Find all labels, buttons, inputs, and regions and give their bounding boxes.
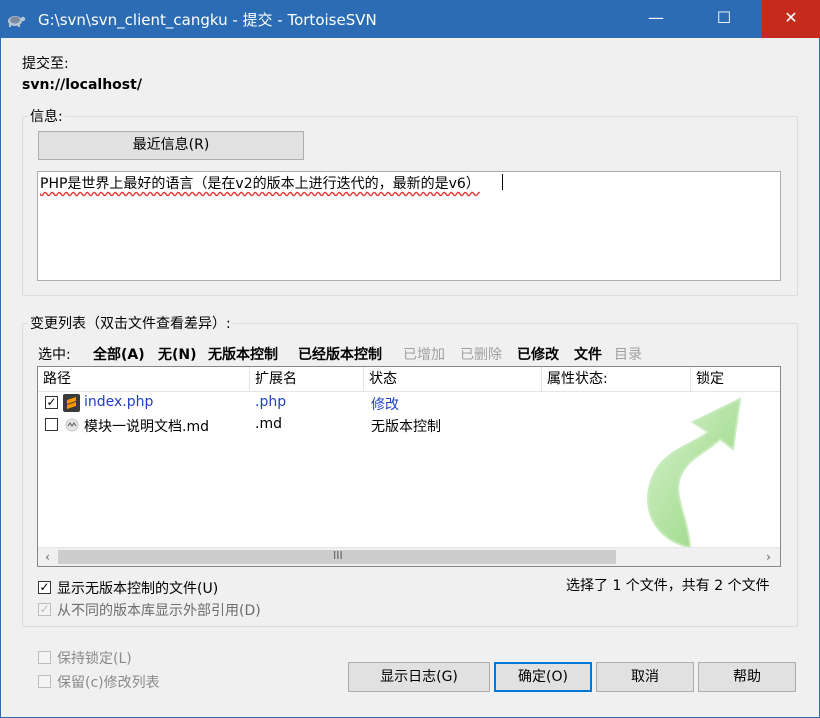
message-group-label: 信息: xyxy=(28,106,65,126)
keep-locks-label: 保持锁定(L) xyxy=(57,651,132,667)
show-unversioned-label[interactable]: 显示无版本控制的文件(U) xyxy=(57,578,218,598)
message-text: PHP是世界上最好的语言（是在v2的版本上进行迭代的，最新的是v6） xyxy=(40,176,480,192)
cancel-button[interactable]: 取消 xyxy=(596,662,694,692)
close-icon: ✕ xyxy=(784,8,798,27)
filter-modified[interactable]: 已修改 xyxy=(517,344,559,364)
minimize-button[interactable]: — xyxy=(633,0,679,38)
row-checkbox[interactable]: ✓ xyxy=(45,396,58,409)
selection-summary: 选择了 1 个文件，共有 2 个文件 xyxy=(566,578,770,594)
close-button[interactable]: ✕ xyxy=(762,0,820,38)
keep-changelist-checkbox xyxy=(38,675,51,688)
filter-unversioned[interactable]: 无版本控制 xyxy=(208,344,278,364)
column-header-extension[interactable]: 扩展名 xyxy=(250,367,364,391)
maximize-button[interactable]: ☐ xyxy=(701,0,747,38)
sublime-file-icon xyxy=(63,394,80,412)
show-externals-checkbox: ✓ xyxy=(38,602,51,616)
filter-files[interactable]: 文件 xyxy=(574,344,602,364)
commit-url: svn://localhost/ xyxy=(22,77,142,93)
filter-none[interactable]: 无(N) xyxy=(158,344,197,364)
column-header-status[interactable]: 状态 xyxy=(364,367,542,391)
show-externals-label: 从不同的版本库显示外部引用(D) xyxy=(57,603,261,619)
maximize-icon: ☐ xyxy=(716,8,732,27)
filter-deleted: 已删除 xyxy=(460,347,502,363)
file-list[interactable]: 路径 扩展名 状态 属性状态: 锁定 ✓ index.php .php 修改 模… xyxy=(37,366,781,567)
column-header-property-status[interactable]: 属性状态: xyxy=(542,367,691,391)
select-label: 选中: xyxy=(38,347,71,363)
table-row[interactable]: 模块一说明文档.md .md 无版本控制 xyxy=(38,415,780,437)
row-path: index.php xyxy=(84,394,154,410)
message-input[interactable]: PHP是世界上最好的语言（是在v2的版本上进行迭代的，最新的是v6） xyxy=(37,171,781,281)
ok-button[interactable]: 确定(O) xyxy=(494,662,592,692)
minimize-icon: — xyxy=(648,8,664,27)
title-bar: G:\svn\svn_client_cangku - 提交 - Tortoise… xyxy=(0,0,820,38)
filter-versioned[interactable]: 已经版本控制 xyxy=(298,344,382,364)
row-status: 修改 xyxy=(371,397,399,413)
filter-directories: 目录 xyxy=(614,347,642,363)
scroll-left-icon[interactable]: ‹ xyxy=(39,549,56,566)
text-cursor xyxy=(502,174,503,190)
row-path: 模块一说明文档.md xyxy=(84,419,209,435)
show-unversioned-checkbox[interactable]: ✓ xyxy=(38,581,51,594)
list-header: 路径 扩展名 状态 属性状态: 锁定 xyxy=(38,367,780,392)
table-row[interactable]: ✓ index.php .php 修改 xyxy=(38,393,780,415)
unversioned-file-icon xyxy=(65,418,79,432)
row-status: 无版本控制 xyxy=(371,419,441,435)
commit-to-label: 提交至: xyxy=(22,56,69,72)
keep-locks-checkbox xyxy=(38,651,51,664)
recent-messages-button[interactable]: 最近信息(R) xyxy=(38,131,304,160)
scroll-right-icon[interactable]: › xyxy=(760,549,777,566)
window-title: G:\svn\svn_client_cangku - 提交 - Tortoise… xyxy=(38,11,377,29)
horizontal-scrollbar[interactable]: ‹ III › xyxy=(38,547,780,566)
column-header-lock[interactable]: 锁定 xyxy=(691,367,780,391)
row-extension: .md xyxy=(255,416,282,432)
row-extension: .php xyxy=(255,394,287,410)
scroll-grip-icon: III xyxy=(333,549,343,562)
changes-group-label: 变更列表（双击文件查看差异）: xyxy=(28,313,233,333)
scroll-thumb[interactable]: III xyxy=(58,549,616,564)
show-log-button[interactable]: 显示日志(G) xyxy=(348,662,490,692)
column-header-path[interactable]: 路径 xyxy=(38,367,250,391)
window-border-left xyxy=(0,38,1,718)
filter-added: 已增加 xyxy=(403,347,445,363)
row-checkbox[interactable] xyxy=(45,418,58,431)
keep-changelist-label: 保留(c)修改列表 xyxy=(57,675,160,691)
filter-all[interactable]: 全部(A) xyxy=(93,344,145,364)
help-button[interactable]: 帮助 xyxy=(698,662,796,692)
tortoisesvn-icon xyxy=(8,16,26,27)
